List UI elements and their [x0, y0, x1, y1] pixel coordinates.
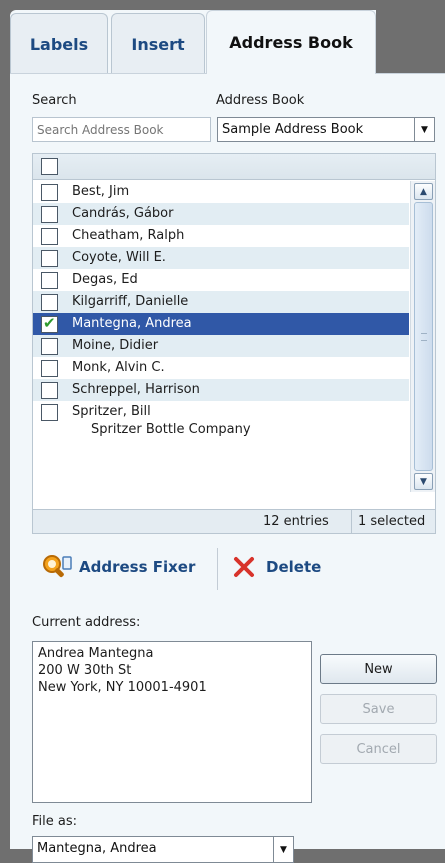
address-line: 200 W 30th St: [38, 663, 132, 678]
list-scrollbar[interactable]: ▲ ▼: [410, 181, 435, 492]
row-checkbox[interactable]: [41, 206, 58, 223]
row-checkbox[interactable]: [41, 360, 58, 377]
search-label: Search: [32, 93, 77, 108]
address-book-panel: Labels Insert Address Book Search Addres…: [10, 10, 445, 863]
checkmark-icon: ✔: [43, 314, 56, 332]
contact-company: Spritzer Bottle Company: [91, 422, 251, 437]
tab-strip-background: [376, 10, 445, 74]
list-item[interactable]: Best, Jim: [33, 181, 409, 203]
list-item[interactable]: Candrás, Gábor: [33, 203, 409, 225]
scroll-up-icon[interactable]: ▲: [414, 183, 433, 200]
contact-name: Spritzer, Bill: [72, 404, 151, 419]
chevron-down-icon[interactable]: ▼: [414, 118, 434, 141]
address-fixer-label: Address Fixer: [79, 558, 196, 576]
new-button[interactable]: New: [320, 654, 437, 684]
address-fixer-button[interactable]: Address Fixer: [41, 547, 195, 587]
list-item[interactable]: Coyote, Will E.: [33, 247, 409, 269]
address-line: New York, NY 10001-4901: [38, 680, 207, 695]
tab-labels[interactable]: Labels: [10, 13, 108, 74]
delete-x-icon: [234, 557, 254, 577]
delete-button[interactable]: Delete: [232, 547, 321, 587]
save-button[interactable]: Save: [320, 694, 437, 724]
contact-name: Mantegna, Andrea: [72, 316, 192, 331]
entry-count: 12 entries: [263, 514, 329, 529]
row-checkbox[interactable]: [41, 272, 58, 289]
address-line: Andrea Mantegna: [38, 646, 154, 661]
magnifier-icon: [43, 555, 72, 578]
list-item[interactable]: Schreppel, Harrison: [33, 379, 409, 401]
row-checkbox[interactable]: [41, 338, 58, 355]
address-book-select-value: Sample Address Book: [222, 122, 364, 137]
row-checkbox[interactable]: [41, 382, 58, 399]
contact-name: Degas, Ed: [72, 272, 138, 287]
scroll-down-icon[interactable]: ▼: [414, 473, 433, 490]
list-item[interactable]: Monk, Alvin C.: [33, 357, 409, 379]
row-checkbox[interactable]: [41, 184, 58, 201]
select-all-checkbox[interactable]: [41, 158, 58, 175]
list-item[interactable]: Kilgarriff, Danielle: [33, 291, 409, 313]
list-item[interactable]: Spritzer, Bill Spritzer Bottle Company: [33, 401, 409, 442]
row-checkbox[interactable]: [41, 404, 58, 421]
list-item[interactable]: Degas, Ed: [33, 269, 409, 291]
current-address-label: Current address:: [32, 615, 141, 630]
contact-name: Kilgarriff, Danielle: [72, 294, 189, 309]
row-checkbox[interactable]: [41, 250, 58, 267]
row-checkbox[interactable]: [41, 294, 58, 311]
list-status-bar: 12 entries 1 selected: [33, 509, 435, 534]
contact-rows: Best, Jim Candrás, Gábor Cheatham, Ralph…: [33, 181, 409, 442]
file-as-select[interactable]: Mantegna, Andrea ▼: [32, 836, 294, 863]
contact-name: Moine, Didier: [72, 338, 159, 353]
contact-name: Monk, Alvin C.: [72, 360, 165, 375]
status-divider: [351, 510, 352, 534]
list-item-selected[interactable]: ✔ Mantegna, Andrea: [33, 313, 409, 335]
tab-address-book[interactable]: Address Book: [206, 10, 376, 74]
list-item[interactable]: Moine, Didier: [33, 335, 409, 357]
row-checkbox-checked[interactable]: ✔: [41, 314, 58, 333]
tab-insert[interactable]: Insert: [111, 13, 205, 74]
tab-strip: Labels Insert Address Book: [10, 10, 445, 74]
contact-name: Cheatham, Ralph: [72, 228, 185, 243]
cancel-button[interactable]: Cancel: [320, 734, 437, 764]
search-input[interactable]: [32, 117, 211, 142]
contact-name: Candrás, Gábor: [72, 206, 174, 221]
grip-icon: [421, 333, 427, 341]
contact-list: Best, Jim Candrás, Gábor Cheatham, Ralph…: [32, 153, 436, 534]
list-item[interactable]: Cheatham, Ralph: [33, 225, 409, 247]
file-as-label: File as:: [32, 814, 78, 829]
action-divider: [217, 548, 218, 590]
contact-list-header: [33, 154, 435, 180]
selected-count: 1 selected: [358, 514, 426, 529]
scrollbar-thumb[interactable]: [414, 202, 433, 471]
address-book-label: Address Book: [216, 93, 305, 108]
chevron-down-icon[interactable]: ▼: [273, 837, 293, 862]
delete-label: Delete: [266, 558, 322, 576]
address-book-select[interactable]: Sample Address Book ▼: [217, 117, 435, 142]
row-checkbox[interactable]: [41, 228, 58, 245]
contact-name: Schreppel, Harrison: [72, 382, 200, 397]
current-address-field[interactable]: Andrea Mantegna 200 W 30th St New York, …: [32, 641, 312, 803]
contact-name: Best, Jim: [72, 184, 130, 199]
contact-name: Coyote, Will E.: [72, 250, 166, 265]
